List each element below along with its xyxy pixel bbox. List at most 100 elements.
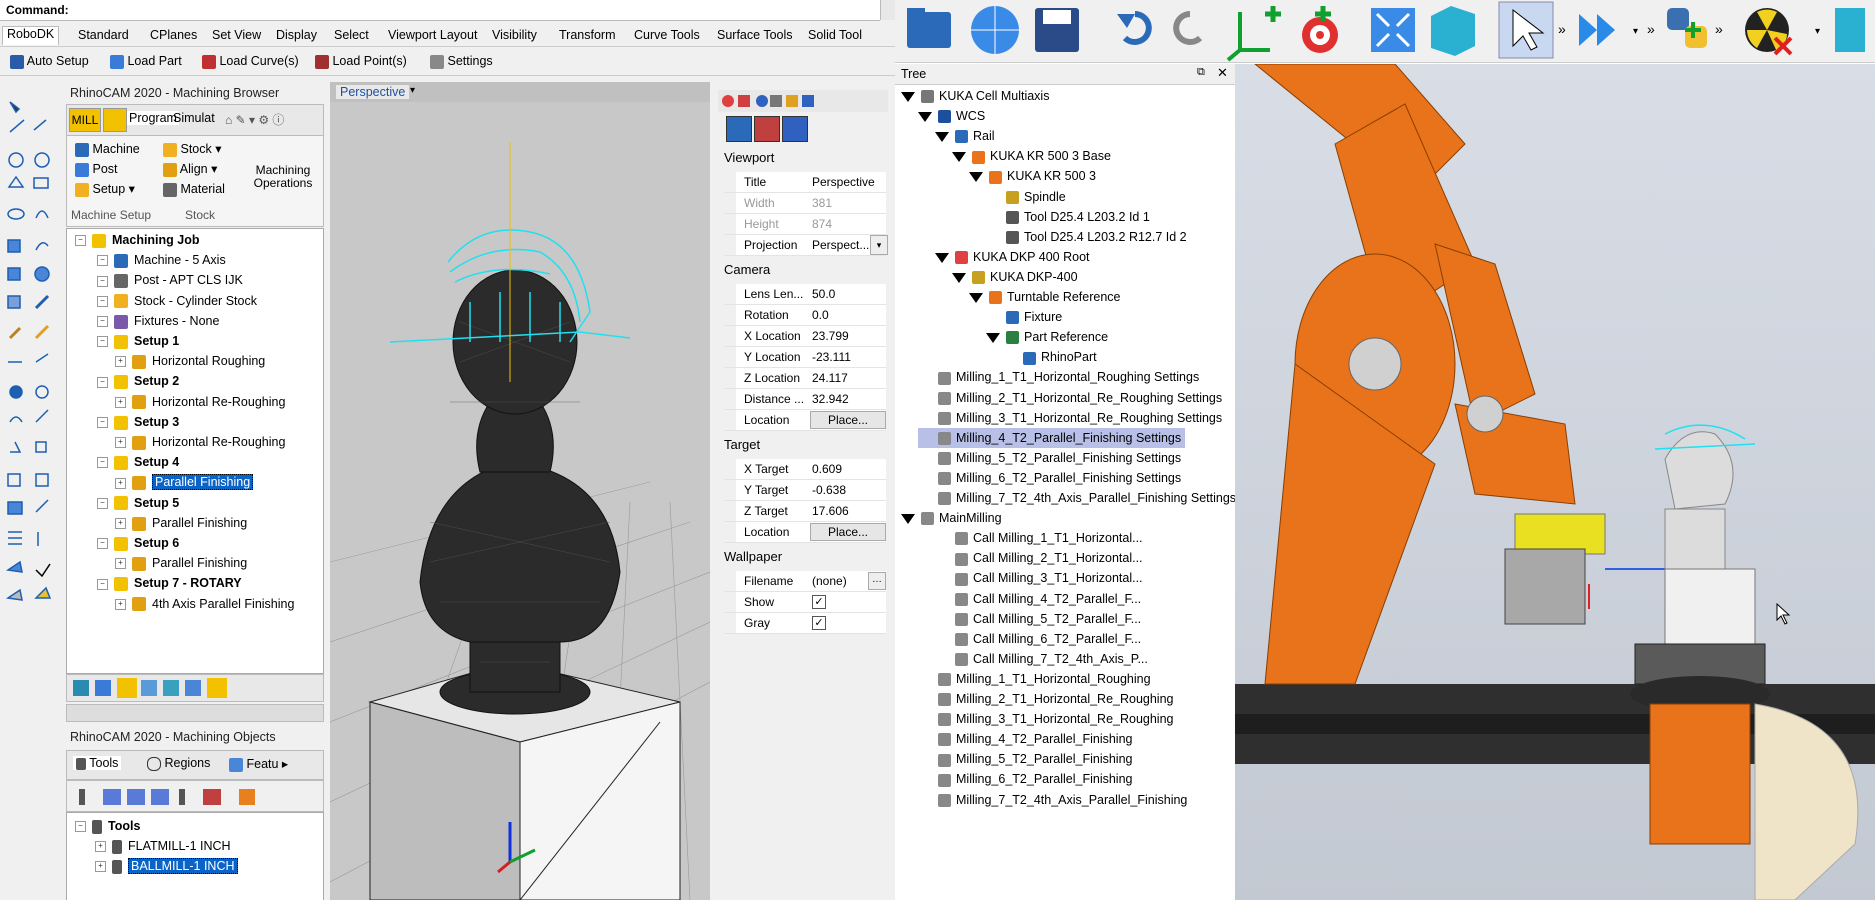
program-item[interactable]: Milling_2_T1_Horizontal_Re_Roughing bbox=[918, 689, 1178, 709]
program-item[interactable]: Milling_4_T2_Parallel_Finishing bbox=[918, 729, 1136, 749]
station-item[interactable]: KUKA DKP-400 bbox=[952, 267, 1082, 287]
operation-item[interactable]: + Parallel Finishing bbox=[115, 554, 247, 572]
property-value[interactable]: 32.942 bbox=[812, 392, 886, 406]
tab-features[interactable]: Featu ▸ bbox=[229, 756, 288, 772]
robodk-toolbar-icons[interactable]: » ▾ » » ▾ bbox=[895, 0, 1875, 62]
tool-tab-icon[interactable] bbox=[103, 108, 127, 132]
camera-mode-icon[interactable] bbox=[726, 116, 752, 142]
machine-button[interactable]: Machine bbox=[75, 140, 140, 158]
expander-icon[interactable]: + bbox=[115, 477, 126, 489]
expander-icon[interactable]: − bbox=[97, 336, 108, 348]
projection-dropdown-icon[interactable]: ▾ bbox=[870, 235, 888, 255]
station-item[interactable]: KUKA KR 500 3 bbox=[969, 166, 1100, 186]
station-item[interactable]: Turntable Reference bbox=[969, 287, 1125, 307]
robot-cell-scene[interactable] bbox=[1235, 63, 1875, 900]
operation-item[interactable]: + Horizontal Re-Roughing bbox=[115, 393, 285, 411]
expander-icon[interactable]: − bbox=[97, 538, 108, 550]
tool-item[interactable]: + FLATMILL-1 INCH bbox=[95, 837, 231, 855]
program-item[interactable]: Milling_4_T2_Parallel_Finishing Settings bbox=[918, 427, 1186, 448]
property-value[interactable]: -0.638 bbox=[812, 483, 886, 497]
collapse-triangle-icon[interactable] bbox=[986, 332, 1000, 343]
tab-standard[interactable]: Standard bbox=[74, 28, 133, 46]
load-part-button[interactable]: Load Part bbox=[110, 51, 182, 71]
operation-item[interactable]: + Horizontal Re-Roughing bbox=[115, 433, 285, 451]
setup-item[interactable]: − Machining Job bbox=[75, 231, 200, 249]
command-line[interactable]: Command: bbox=[0, 0, 880, 21]
properties-icon-bar[interactable] bbox=[718, 90, 888, 112]
expander-icon[interactable]: − bbox=[97, 295, 108, 307]
station-item[interactable]: Spindle bbox=[986, 187, 1070, 207]
job-item[interactable]: − Machine - 5 Axis bbox=[97, 251, 226, 269]
collapse-triangle-icon[interactable] bbox=[969, 292, 983, 303]
show-checkbox[interactable]: ✓ bbox=[812, 595, 826, 609]
job-item[interactable]: − Stock - Cylinder Stock bbox=[97, 292, 257, 310]
viewport-title[interactable]: Perspective bbox=[336, 85, 410, 99]
load-curves-button[interactable]: Load Curve(s) bbox=[202, 51, 299, 71]
browser-splitter[interactable] bbox=[66, 704, 324, 722]
tab-tools[interactable]: Tools bbox=[73, 756, 122, 770]
tab-select[interactable]: Select bbox=[330, 28, 373, 46]
collapse-triangle-icon[interactable] bbox=[935, 252, 949, 263]
machining-operations-button[interactable]: Machining Operations bbox=[247, 164, 319, 190]
collapse-triangle-icon[interactable] bbox=[901, 513, 915, 524]
expander-icon[interactable]: − bbox=[97, 255, 108, 267]
expander-icon[interactable]: − bbox=[75, 235, 86, 247]
properties-mode-buttons[interactable] bbox=[726, 116, 808, 142]
collapse-triangle-icon[interactable] bbox=[918, 111, 932, 122]
program-item[interactable]: Milling_3_T1_Horizontal_Re_Roughing Sett… bbox=[918, 408, 1226, 428]
tab-cplanes[interactable]: CPlanes bbox=[146, 28, 201, 46]
program-item[interactable]: Call Milling_7_T2_4th_Axis_P... bbox=[935, 649, 1152, 669]
tab-visibility[interactable]: Visibility bbox=[488, 28, 541, 46]
tab-viewport-layout[interactable]: Viewport Layout bbox=[384, 28, 481, 46]
property-value[interactable]: 50.0 bbox=[812, 287, 886, 301]
program-item[interactable]: Milling_6_T2_Parallel_Finishing Settings bbox=[918, 468, 1185, 488]
program-item[interactable]: Milling_3_T1_Horizontal_Re_Roughing bbox=[918, 709, 1178, 729]
command-scrollbar[interactable] bbox=[880, 0, 895, 20]
program-item[interactable]: MainMilling bbox=[901, 508, 1006, 528]
expander-icon[interactable]: − bbox=[97, 457, 108, 469]
job-item[interactable]: − Post - APT CLS IJK bbox=[97, 271, 243, 289]
expander-icon[interactable]: − bbox=[97, 417, 108, 428]
setup-item[interactable]: − Setup 2 bbox=[97, 372, 179, 390]
station-item[interactable]: Tool D25.4 L203.2 Id 1 bbox=[986, 207, 1154, 227]
close-icon[interactable]: ✕ bbox=[1217, 65, 1228, 81]
setup-button[interactable]: Setup ▾ bbox=[75, 180, 135, 198]
object-mode-icon[interactable] bbox=[782, 116, 808, 142]
program-item[interactable]: Call Milling_6_T2_Parallel_F... bbox=[935, 629, 1145, 649]
collapse-triangle-icon[interactable] bbox=[969, 172, 983, 183]
program-item[interactable]: Milling_2_T1_Horizontal_Re_Roughing Sett… bbox=[918, 388, 1226, 408]
tool-item[interactable]: + BALLMILL-1 INCH bbox=[95, 857, 238, 875]
expander-icon[interactable]: − bbox=[97, 275, 108, 287]
program-item[interactable]: Milling_1_T1_Horizontal_Roughing bbox=[918, 669, 1155, 689]
tab-program[interactable]: Program bbox=[127, 111, 179, 125]
robodk-3d-view[interactable] bbox=[1235, 63, 1875, 900]
program-item[interactable]: Milling_6_T2_Parallel_Finishing bbox=[918, 769, 1136, 789]
operation-item[interactable]: +4th Axis Parallel Finishing bbox=[115, 595, 294, 613]
property-value[interactable]: Perspective bbox=[812, 175, 886, 189]
browser-toolbar-icons[interactable]: ⌂ ✎ ▾ ⚙ ⓘ bbox=[225, 111, 284, 128]
material-button[interactable]: Material bbox=[163, 180, 225, 198]
tools-root[interactable]: − Tools bbox=[75, 817, 140, 835]
operation-item[interactable]: + Horizontal Roughing bbox=[115, 352, 265, 370]
setup-item[interactable]: − Setup 6 bbox=[97, 534, 179, 552]
setup-item[interactable]: − Setup 3 bbox=[97, 413, 179, 431]
place-button[interactable]: Place... bbox=[810, 523, 886, 541]
station-item[interactable]: Part Reference bbox=[986, 327, 1112, 347]
property-value[interactable]: 23.799 bbox=[812, 329, 886, 343]
program-item[interactable]: Call Milling_3_T1_Horizontal... bbox=[935, 568, 1147, 588]
tab-solid-tools[interactable]: Solid Tool bbox=[804, 28, 866, 46]
program-item[interactable]: Milling_5_T2_Parallel_Finishing bbox=[918, 749, 1136, 769]
program-item[interactable]: Milling_7_T2_4th_Axis_Parallel_Finishing bbox=[918, 790, 1191, 810]
tab-set-view[interactable]: Set View bbox=[208, 28, 265, 46]
tab-display[interactable]: Display bbox=[272, 28, 321, 46]
expander-icon[interactable]: + bbox=[115, 356, 126, 368]
station-item[interactable]: KUKA Cell Multiaxis bbox=[901, 86, 1053, 106]
expander-icon[interactable]: − bbox=[97, 316, 108, 327]
job-item[interactable]: − Fixtures - None bbox=[97, 312, 219, 330]
expander-icon[interactable]: + bbox=[115, 518, 126, 529]
collapse-triangle-icon[interactable] bbox=[952, 152, 966, 162]
objects-toolbar[interactable] bbox=[66, 780, 324, 812]
expander-icon[interactable]: + bbox=[95, 861, 106, 873]
expander-icon[interactable]: + bbox=[115, 598, 126, 610]
program-item[interactable]: Milling_1_T1_Horizontal_Roughing Setting… bbox=[918, 367, 1203, 387]
